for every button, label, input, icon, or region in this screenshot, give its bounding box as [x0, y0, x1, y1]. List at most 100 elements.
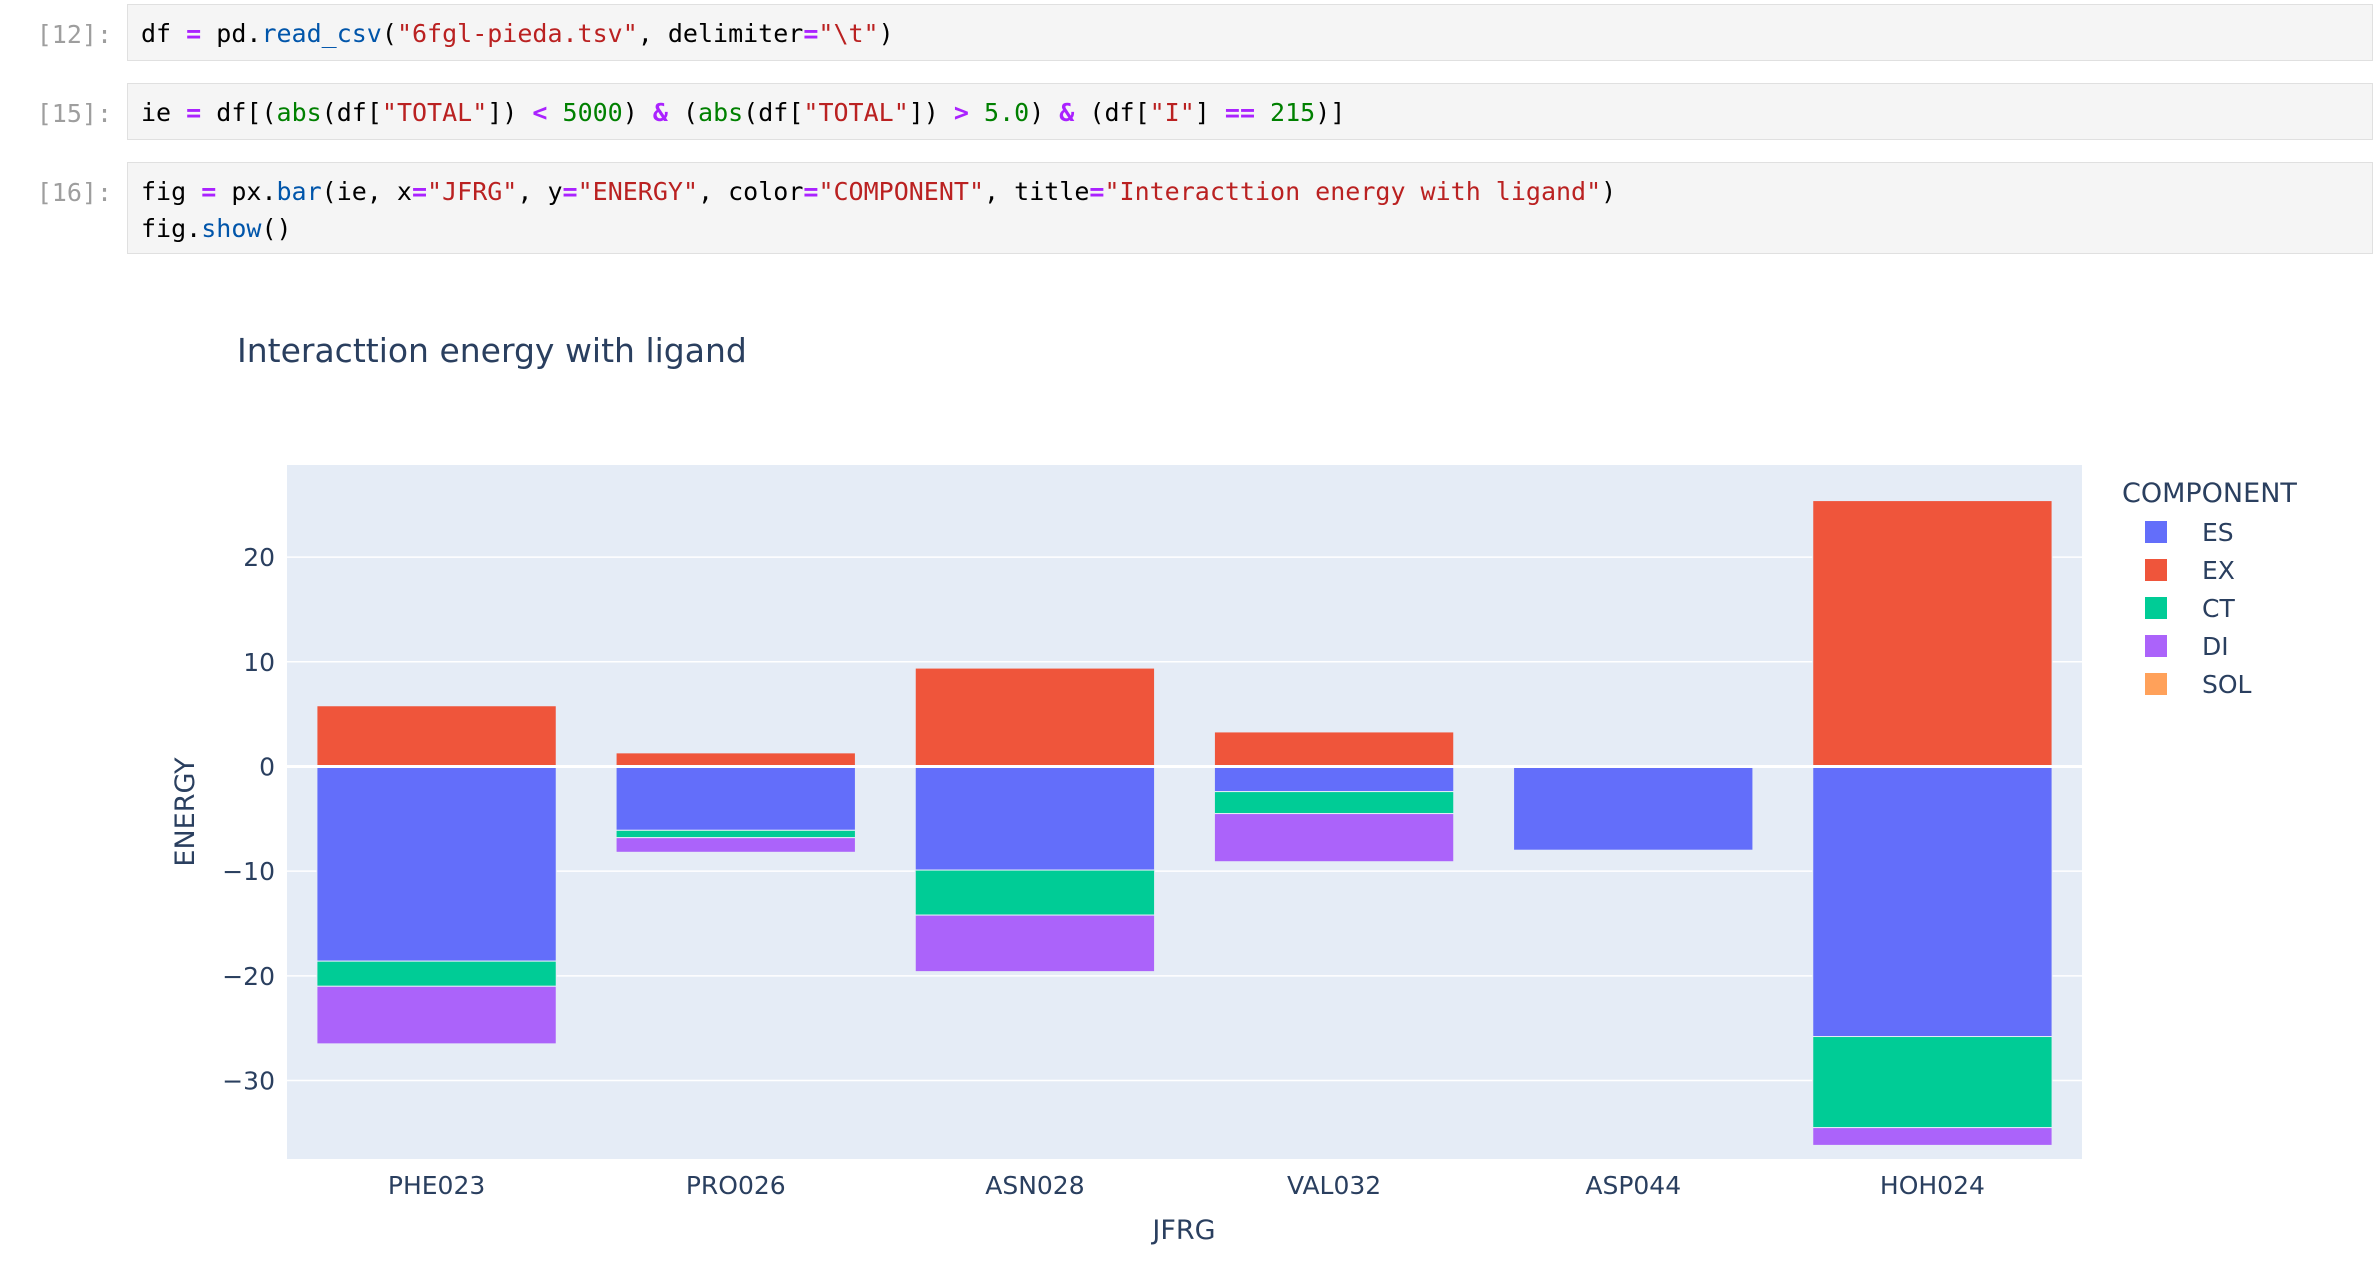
code-token: ) [878, 19, 894, 48]
code-token: "JFRG" [427, 177, 518, 206]
bar-ex-pro026[interactable] [615, 752, 856, 767]
code-token: ) [622, 98, 653, 127]
bar-di-phe023[interactable] [316, 985, 557, 1045]
legend-label-sol[interactable]: SOL [2202, 670, 2252, 699]
code-token: ] [1194, 98, 1225, 127]
code-token: x [396, 177, 412, 206]
code-token: 5.0 [968, 98, 1030, 127]
x-tick-label: HOH024 [1880, 1171, 1985, 1200]
y-axis-title: ENERGY [170, 757, 201, 867]
y-tick-label: −10 [222, 857, 275, 886]
code-token: , [637, 19, 668, 48]
y-tick-label: 10 [243, 648, 275, 677]
bar-di-pro026[interactable] [615, 837, 856, 853]
code-token: = [803, 177, 819, 206]
code-token: ie [141, 98, 172, 127]
code-token: ]) [908, 98, 954, 127]
bar-ct-asn028[interactable] [914, 869, 1156, 916]
code-token: color [728, 177, 804, 206]
x-tick-labels: PHE023 PRO026 ASN028 VAL032 ASP044 HOH024 [388, 1171, 1985, 1200]
cell-output: Interacttion energy with ligand 20 10 0 −10… [127, 270, 2373, 1270]
bar-ct-phe023[interactable] [316, 960, 557, 987]
code-token: fig. [141, 214, 202, 243]
cell-prompt: [15]: [36, 99, 112, 128]
code-token: < [532, 98, 548, 127]
code-token: (df[ [1074, 98, 1150, 127]
bar-ex-phe023[interactable] [316, 705, 557, 767]
legend-label-ex[interactable]: EX [2202, 556, 2235, 585]
code-token: ) [1029, 98, 1060, 127]
bar-es-asp044[interactable] [1513, 765, 1754, 851]
bar-es-phe023[interactable] [316, 765, 557, 962]
x-tick-label: VAL032 [1287, 1171, 1381, 1200]
code-token: "COMPONENT" [818, 177, 985, 206]
legend-label-di[interactable]: DI [2202, 632, 2229, 661]
x-tick-label: ASP044 [1585, 1171, 1681, 1200]
bar-ct-pro026[interactable] [615, 829, 856, 839]
code-token: y [547, 177, 563, 206]
code-token: = [1089, 177, 1105, 206]
code-token: df[( [216, 98, 277, 127]
code-token: delimiter [667, 19, 804, 48]
legend-swatch-es[interactable] [2145, 521, 2167, 543]
code-token: read_csv [261, 19, 382, 48]
legend-swatch-ct[interactable] [2145, 597, 2167, 619]
bar-ex-val032[interactable] [1213, 731, 1455, 767]
y-tick-label: 20 [243, 543, 275, 572]
legend-label-es[interactable]: ES [2202, 518, 2234, 547]
x-tick-label: ASN028 [985, 1171, 1084, 1200]
code-token: 5000 [547, 98, 623, 127]
code-token: ( [381, 19, 397, 48]
legend-label-ct[interactable]: CT [2202, 594, 2235, 623]
code-token: , [517, 177, 548, 206]
code-token: ]) [487, 98, 533, 127]
code-token: ) [1601, 177, 1617, 206]
chart-title: Interacttion energy with ligand [237, 331, 747, 370]
code-token: "6fgl-pieda.tsv" [396, 19, 638, 48]
code-token: (ie, [321, 177, 397, 206]
legend[interactable]: COMPONENT ES EX CT DI SOL [2122, 478, 2297, 699]
code-token: ( [667, 98, 699, 127]
code-token: & [652, 98, 668, 127]
code-token: & [1059, 98, 1075, 127]
code-token: abs [698, 98, 744, 127]
legend-swatch-ex[interactable] [2145, 559, 2167, 581]
bar-es-asn028[interactable] [914, 765, 1156, 871]
bar-di-val032[interactable] [1213, 813, 1455, 863]
bar-es-val032[interactable] [1213, 765, 1455, 793]
code-token: title [1014, 177, 1090, 206]
legend-swatch-sol[interactable] [2145, 673, 2167, 695]
y-tick-label: −30 [222, 1066, 275, 1095]
bar-di-hoh024[interactable] [1812, 1127, 2053, 1146]
x-axis-title: JFRG [1150, 1215, 1215, 1246]
legend-swatch-di[interactable] [2145, 635, 2167, 657]
bar-chart[interactable]: Interacttion energy with ligand 20 10 0 −10… [127, 270, 2373, 1270]
code-token: fig [141, 177, 187, 206]
y-tick-labels: 20 10 0 −10 −20 −30 [222, 543, 275, 1095]
bar-ex-hoh024[interactable] [1812, 500, 2053, 767]
bar-di-asn028[interactable] [914, 914, 1156, 973]
code-editor[interactable]: ie = df[(abs(df["TOTAL"]) < 5000) & (abs… [127, 83, 2373, 140]
code-token: abs [276, 98, 322, 127]
bar-ct-val032[interactable] [1213, 791, 1455, 815]
bar-es-pro026[interactable] [615, 765, 856, 831]
bar-ex-asn028[interactable] [914, 667, 1156, 767]
code-token: px. [231, 177, 277, 206]
bar-es-hoh024[interactable] [1812, 765, 2053, 1038]
code-editor[interactable]: fig = px.bar(ie, x="JFRG", y="ENERGY", c… [127, 162, 2373, 254]
code-token: (df[ [321, 98, 382, 127]
y-tick-label: −20 [222, 962, 275, 991]
code-token: > [953, 98, 969, 127]
code-token: "I" [1149, 98, 1195, 127]
code-token: "Interacttion energy with ligand" [1104, 177, 1602, 206]
legend-title: COMPONENT [2122, 478, 2297, 509]
code-token: bar [276, 177, 322, 206]
code-token: df [141, 19, 172, 48]
code-token: == [1224, 98, 1255, 127]
code-editor[interactable]: df = pd.read_csv("6fgl-pieda.tsv", delim… [127, 4, 2373, 61]
code-token: = [562, 177, 578, 206]
x-tick-label: PHE023 [388, 1171, 485, 1200]
code-token: pd. [216, 19, 262, 48]
code-token: "TOTAL" [803, 98, 909, 127]
bar-ct-hoh024[interactable] [1812, 1036, 2053, 1129]
